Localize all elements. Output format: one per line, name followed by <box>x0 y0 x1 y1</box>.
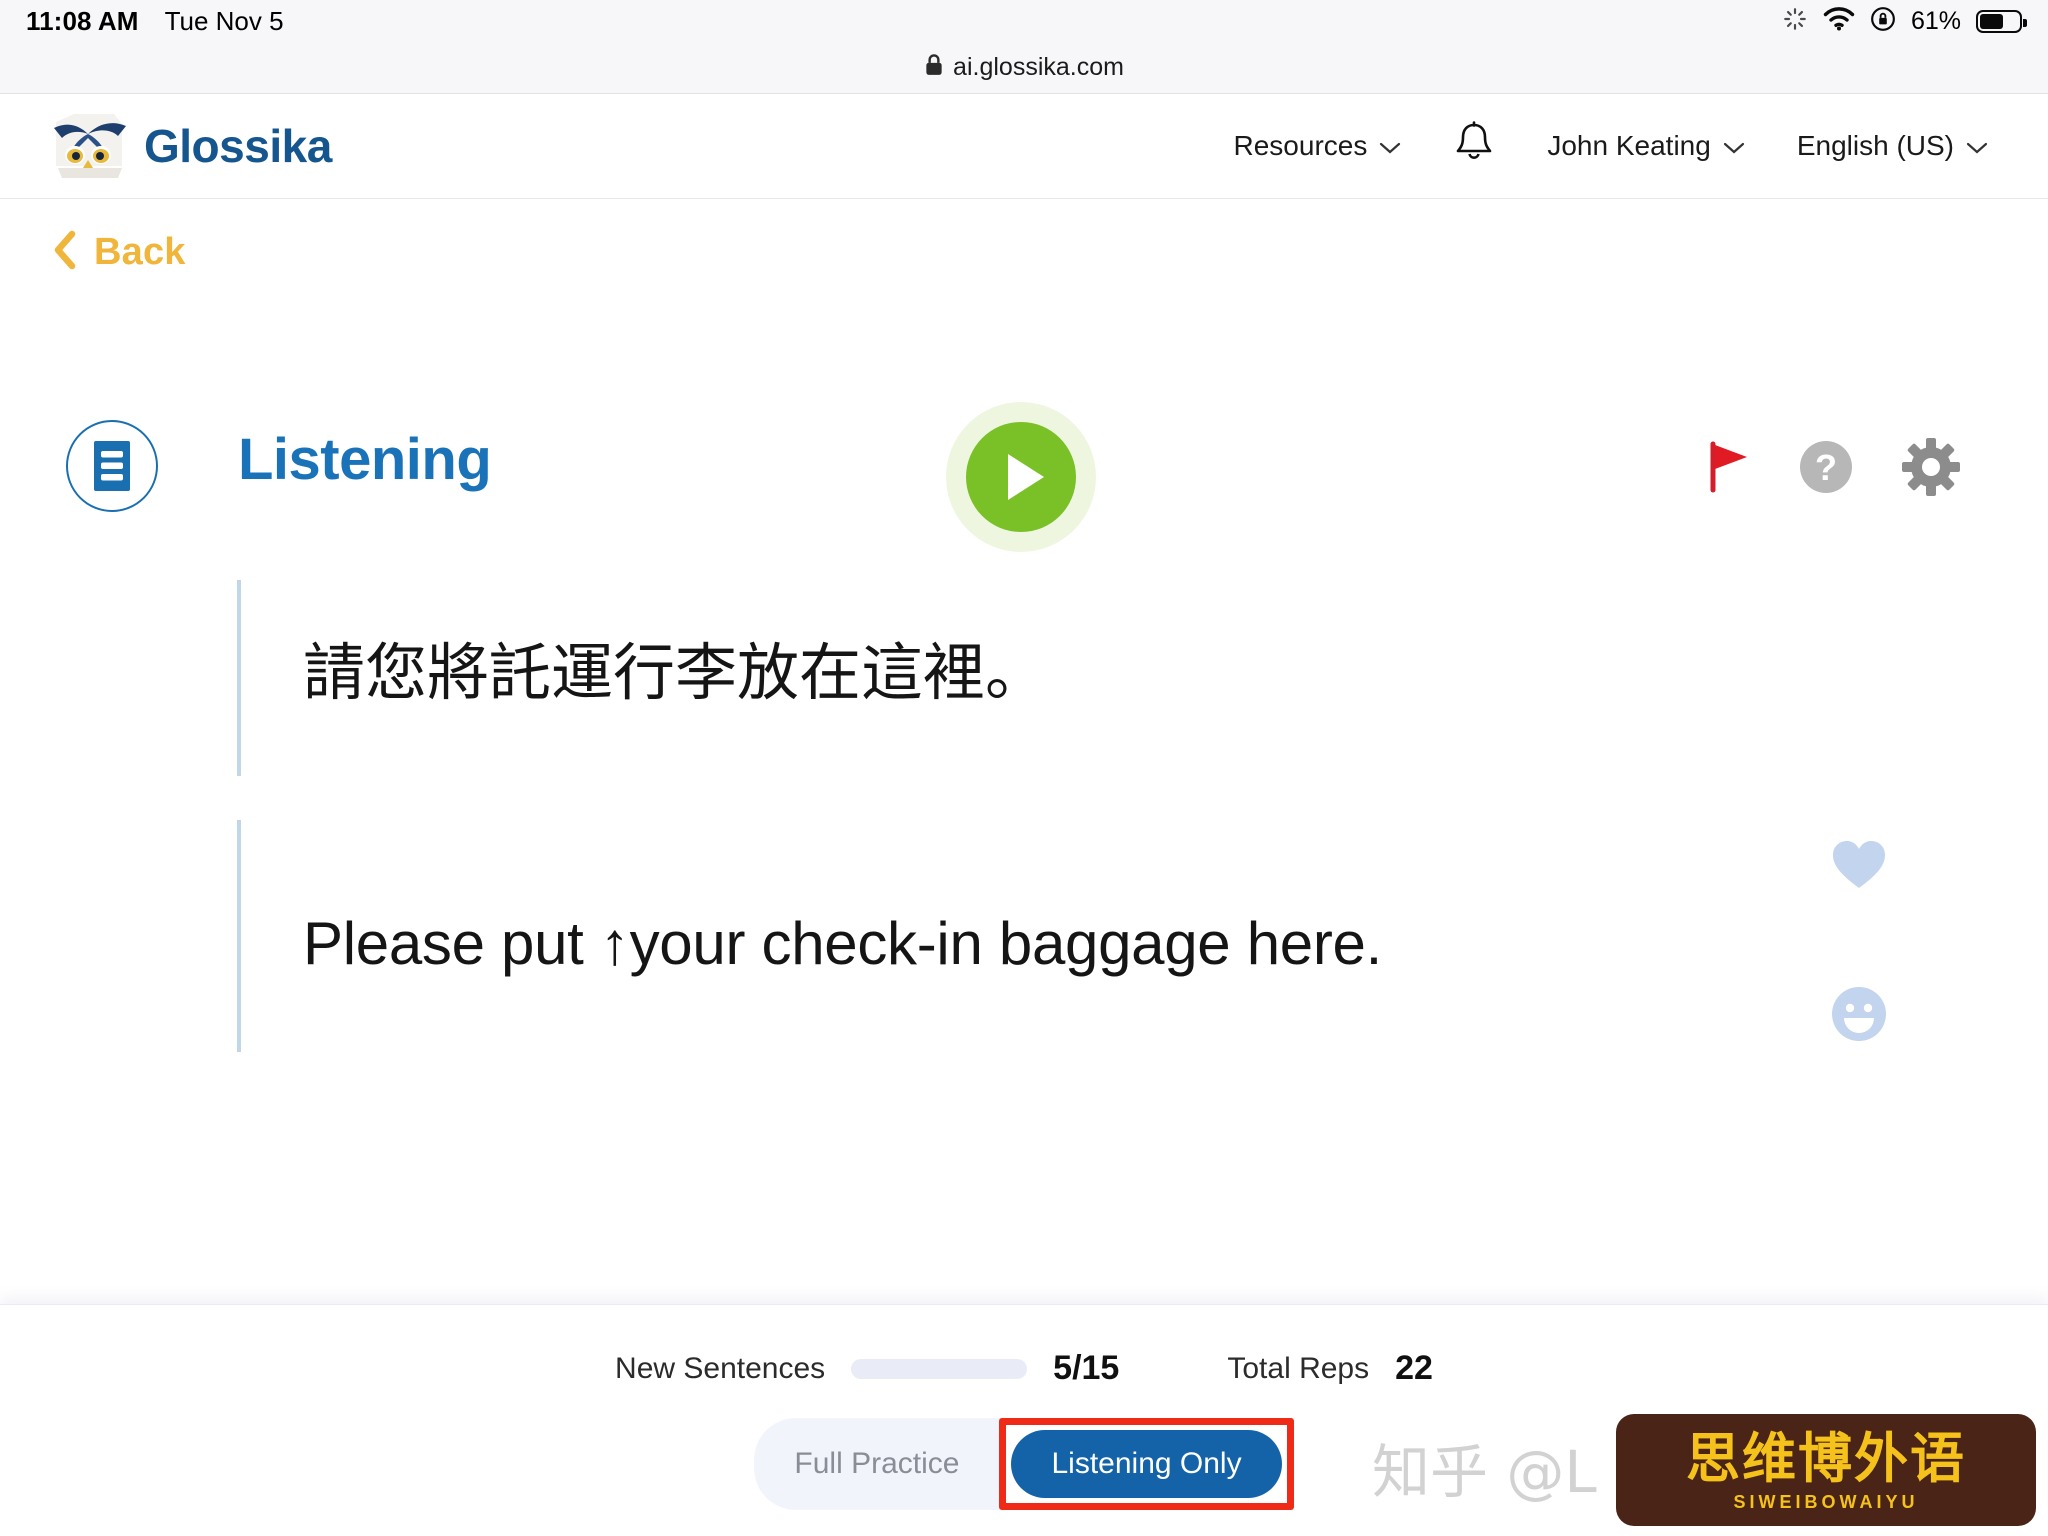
practice-tools: ? <box>1706 438 1960 496</box>
flag-icon[interactable] <box>1706 440 1750 494</box>
nav-item-language[interactable]: English (US) <box>1771 130 2014 162</box>
chevron-down-icon <box>1966 130 1988 162</box>
favorite-button[interactable] <box>1830 838 1888 897</box>
status-bar-right: 61% <box>1782 6 2027 37</box>
battery-fill <box>1980 13 2004 29</box>
chevron-left-icon <box>52 230 78 275</box>
battery-percent-label: 61% <box>1910 6 1961 35</box>
help-icon[interactable]: ? <box>1798 439 1854 495</box>
new-sentences-value: 5/15 <box>1053 1349 1120 1387</box>
smiley-icon <box>1830 985 1888 1048</box>
sentence-accent-bar <box>237 820 241 1052</box>
full-practice-button[interactable]: Full Practice <box>754 1430 999 1498</box>
source-sentence-text: 請您將託運行李放在這裡。 <box>303 636 1048 709</box>
nav-item-resources[interactable]: Resources <box>1208 130 1428 162</box>
gear-icon[interactable] <box>1902 438 1960 496</box>
rotation-lock-icon <box>1870 6 1896 37</box>
brand-logo[interactable]: Glossika <box>48 108 332 185</box>
status-bar-time: 11:08 AM <box>26 5 139 36</box>
total-reps-label: Total Reps <box>1227 1351 1370 1385</box>
account-name-label: John Keating <box>1547 130 1711 161</box>
chevron-down-icon <box>1723 130 1745 162</box>
site-header: Glossika Resources John Keating English … <box>0 94 2048 199</box>
play-icon <box>966 422 1076 532</box>
target-sentence-text: Please put ↑your check-in baggage here. <box>303 910 1382 977</box>
chevron-down-icon <box>1379 130 1401 162</box>
back-label: Back <box>94 231 186 273</box>
play-triangle <box>1008 454 1044 500</box>
new-sentences-label: New Sentences <box>615 1351 826 1385</box>
wifi-icon <box>1823 6 1855 36</box>
ios-status-bar: 11:08 AM Tue Nov 5 61% <box>0 0 2048 42</box>
list-document-icon[interactable] <box>66 420 158 512</box>
bell-icon <box>1453 120 1495 173</box>
practice-header-row: Listening ? <box>0 402 2048 552</box>
lock-icon <box>924 53 944 82</box>
url-text: ai.glossika.com <box>953 53 1124 81</box>
header-nav: Resources John Keating English (US) <box>1208 120 2014 173</box>
siweibowaiyu-watermark-badge: 思维博外语 SIWEIBOWAIYU <box>1616 1414 2036 1526</box>
browser-address-bar[interactable]: ai.glossika.com <box>0 42 2048 94</box>
watermark-badge-main: 思维博外语 <box>1686 1426 1966 1490</box>
listening-only-highlight: Listening Only <box>999 1418 1294 1510</box>
activity-spinner-icon <box>1782 6 1808 37</box>
target-sentence-block: Please put ↑your check-in baggage here. <box>237 820 1382 1052</box>
reaction-button[interactable] <box>1830 985 1888 1048</box>
owl-logo-icon <box>48 108 132 185</box>
status-bar-left: 11:08 AM Tue Nov 5 <box>26 6 284 37</box>
new-sentences-progress-bar <box>851 1358 1028 1379</box>
status-bar-date: Tue Nov 5 <box>164 5 284 36</box>
brand-name: Glossika <box>144 120 332 172</box>
stats-row: New Sentences 5/15 Total Reps 22 <box>0 1305 2048 1388</box>
svg-text:?: ? <box>1815 447 1837 488</box>
source-sentence-block: 請您將託運行李放在這裡。 <box>237 580 1047 776</box>
back-button[interactable]: Back <box>52 230 186 275</box>
total-reps-value: 22 <box>1395 1349 1433 1387</box>
language-label: English (US) <box>1796 130 1954 161</box>
nav-item-account[interactable]: John Keating <box>1521 130 1770 162</box>
watermark-badge-sub: SIWEIBOWAIYU <box>1733 1491 1919 1512</box>
sentence-accent-bar <box>237 580 241 776</box>
practice-mode-title: Listening <box>238 427 492 492</box>
battery-icon <box>1976 9 2027 33</box>
listening-only-button[interactable]: Listening Only <box>1011 1430 1282 1498</box>
notifications-button[interactable] <box>1427 120 1521 173</box>
nav-resources-label: Resources <box>1233 130 1368 161</box>
play-button[interactable] <box>946 402 1096 552</box>
heart-icon <box>1830 838 1888 897</box>
practice-mode-toggle: Full Practice Listening Only <box>754 1418 1294 1510</box>
